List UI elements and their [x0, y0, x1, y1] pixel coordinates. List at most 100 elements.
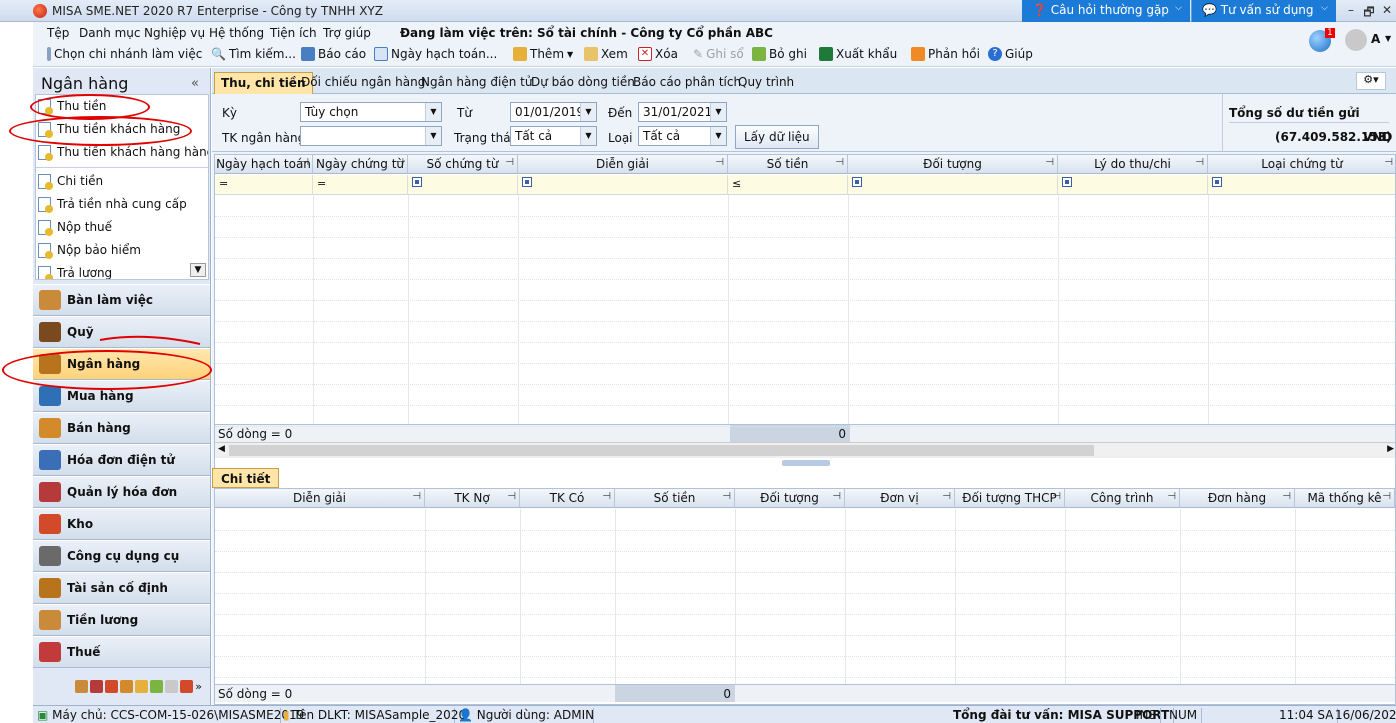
column-filter[interactable]: [1058, 175, 1208, 195]
shortcut-icon[interactable]: [165, 679, 179, 693]
column-filter[interactable]: =: [313, 175, 408, 195]
scroll-down-button[interactable]: ▼: [190, 263, 206, 277]
filter-option-icon[interactable]: [522, 177, 532, 187]
detail-column-header[interactable]: Mã thống kê ⊣: [1295, 489, 1395, 508]
pin-icon[interactable]: ⊣: [412, 491, 421, 502]
pin-icon[interactable]: ⊣: [602, 491, 611, 502]
fetch-data-button[interactable]: Lấy dữ liệu: [735, 125, 819, 149]
detail-column-header[interactable]: Đối tượng ⊣: [735, 489, 845, 508]
task-item-tra-luong[interactable]: Trả lương: [38, 262, 208, 279]
add-button[interactable]: Thêm ▼: [513, 47, 573, 61]
filter-operator[interactable]: =: [317, 177, 326, 190]
shortcut-icon[interactable]: [135, 679, 149, 693]
menu-operations[interactable]: Nghiệp vụ: [144, 26, 205, 40]
task-item-thu-tien-khach-hang[interactable]: Thu tiền khách hàng: [38, 118, 208, 140]
pin-icon[interactable]: ⊣: [505, 157, 514, 168]
pin-icon[interactable]: ⊣: [832, 491, 841, 502]
detail-column-header[interactable]: Diễn giải ⊣: [215, 489, 425, 508]
posting-date-button[interactable]: Ngày hạch toán...: [374, 47, 497, 61]
pin-icon[interactable]: ⊣: [715, 157, 724, 168]
detail-column-header[interactable]: Đơn vị ⊣: [845, 489, 955, 508]
pin-icon[interactable]: ⊣: [722, 491, 731, 502]
pin-icon[interactable]: ⊣: [300, 157, 309, 168]
scroll-thumb[interactable]: [229, 445, 1094, 456]
help-button[interactable]: ? Giúp: [988, 47, 1033, 61]
type-select[interactable]: Tất cả ▼: [638, 126, 727, 146]
column-header[interactable]: Diễn giải ⊣: [518, 155, 728, 174]
pin-icon[interactable]: ⊣: [395, 157, 404, 168]
column-header[interactable]: Đối tượng ⊣: [848, 155, 1058, 174]
unpost-button[interactable]: Bỏ ghi: [752, 47, 807, 61]
tab-du-bao[interactable]: Dự báo dòng tiền: [525, 72, 641, 94]
task-item-thu-tien-khach-hang-hang-loat[interactable]: Thu tiền khách hàng hàng l...: [38, 141, 208, 163]
faq-button[interactable]: ❓ Câu hỏi thường gặp ⌵: [1022, 0, 1190, 22]
tab-detail[interactable]: Chi tiết: [212, 468, 280, 488]
detail-column-header[interactable]: Số tiền ⊣: [615, 489, 735, 508]
menu-help[interactable]: Trợ giúp: [323, 26, 371, 40]
nav-module-0[interactable]: Bàn làm việc: [33, 284, 210, 316]
user-menu[interactable]: A: [1371, 32, 1380, 46]
column-filter[interactable]: =: [215, 175, 313, 195]
nav-module-11[interactable]: Thuế: [33, 636, 210, 668]
column-header[interactable]: Ngày hạch toán ⊣: [215, 155, 313, 174]
column-header[interactable]: Số tiền ⊣: [728, 155, 848, 174]
export-button[interactable]: Xuất khẩu: [819, 47, 897, 61]
nav-module-6[interactable]: Quản lý hóa đơn: [33, 476, 210, 508]
column-header[interactable]: Loại chứng từ ⊣: [1208, 155, 1395, 174]
settings-gear-icon[interactable]: ⚙▾: [1356, 72, 1386, 90]
tab-bao-cao[interactable]: Báo cáo phân tích: [627, 72, 747, 94]
minimize-button[interactable]: –: [1342, 3, 1360, 17]
restore-button[interactable]: 🗗: [1360, 3, 1378, 24]
task-item-tra-tien-ncc[interactable]: Trả tiền nhà cung cấp: [38, 193, 208, 215]
menu-system[interactable]: Hệ thống: [209, 26, 264, 40]
column-filter[interactable]: [848, 175, 1058, 195]
nav-module-9[interactable]: Tài sản cố định: [33, 572, 210, 604]
tab-quy-trinh[interactable]: Quy trình: [732, 72, 800, 94]
detail-column-header[interactable]: Đơn hàng ⊣: [1180, 489, 1295, 508]
pin-icon[interactable]: ⊣: [1045, 157, 1054, 168]
task-item-chi-tien[interactable]: Chi tiền: [38, 170, 208, 192]
menu-catalog[interactable]: Danh mục: [79, 26, 141, 40]
post-button[interactable]: ✎ Ghi sổ: [693, 47, 744, 61]
menu-file[interactable]: Tệp: [47, 26, 69, 40]
column-header[interactable]: Số chứng từ ⊣: [408, 155, 518, 174]
pin-icon[interactable]: ⊣: [1384, 157, 1393, 168]
filter-option-icon[interactable]: [412, 177, 422, 187]
user-menu-chevron-icon[interactable]: ▼: [1385, 34, 1391, 43]
filter-operator[interactable]: ≤: [732, 177, 741, 190]
pin-icon[interactable]: ⊣: [942, 491, 951, 502]
nav-module-4[interactable]: Bán hàng: [33, 412, 210, 444]
bank-account-select[interactable]: ▼: [300, 126, 442, 146]
pin-icon[interactable]: ⊣: [1195, 157, 1204, 168]
nav-module-8[interactable]: Công cụ dụng cụ: [33, 540, 210, 572]
shortcut-icon[interactable]: [105, 679, 119, 693]
shortcut-icon[interactable]: [75, 679, 89, 693]
pin-icon[interactable]: ⊣: [1282, 491, 1291, 502]
nav-module-10[interactable]: Tiền lương: [33, 604, 210, 636]
pin-icon[interactable]: ⊣: [507, 491, 516, 502]
horizontal-scrollbar[interactable]: ◀ ▶: [215, 442, 1395, 458]
detail-column-header[interactable]: Đối tượng THCP ⊣: [955, 489, 1065, 508]
column-header[interactable]: Lý do thu/chi ⊣: [1058, 155, 1208, 174]
delete-button[interactable]: ✕ Xóa: [638, 47, 678, 61]
splitter-handle[interactable]: [782, 460, 830, 466]
avatar[interactable]: [1345, 29, 1367, 51]
task-item-nop-bao-hiem[interactable]: Nộp bảo hiểm: [38, 239, 208, 261]
filter-option-icon[interactable]: [852, 177, 862, 187]
column-filter[interactable]: [1208, 175, 1395, 195]
tab-ngan-hang-dien-tu[interactable]: Ngân hàng điện tử: [415, 72, 538, 94]
feedback-button[interactable]: Phản hồi: [911, 47, 980, 61]
search-button[interactable]: 🔍 Tìm kiếm...: [211, 47, 296, 61]
status-select[interactable]: Tất cả ▼: [510, 126, 597, 146]
to-date-field[interactable]: 31/01/2021 ▼: [638, 102, 727, 122]
nav-module-7[interactable]: Kho: [33, 508, 210, 540]
scroll-right-icon[interactable]: ▶: [1387, 444, 1394, 454]
collapse-panel-button[interactable]: «: [191, 76, 199, 91]
more-icon[interactable]: »: [195, 680, 202, 693]
shortcut-icon[interactable]: [150, 679, 164, 693]
pin-icon[interactable]: ⊣: [1382, 491, 1391, 502]
scroll-left-icon[interactable]: ◀: [218, 444, 225, 454]
filter-option-icon[interactable]: [1212, 177, 1222, 187]
period-select[interactable]: Tùy chọn ▼: [300, 102, 442, 122]
task-item-nop-thue[interactable]: Nộp thuế: [38, 216, 208, 238]
